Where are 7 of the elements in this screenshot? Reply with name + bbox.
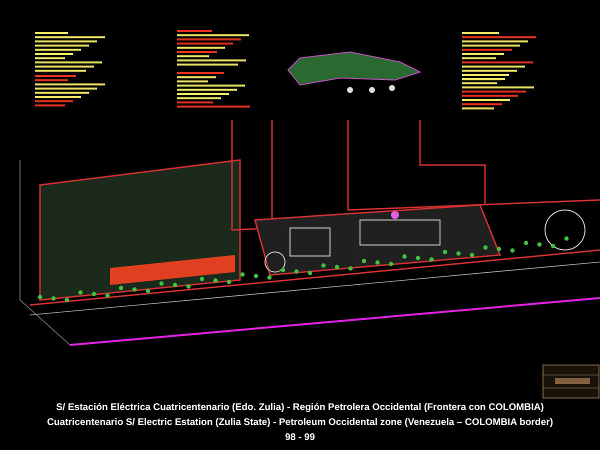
legend-drawing <box>35 32 105 72</box>
legend-drawing <box>177 30 249 66</box>
caption-text: 98 - 99 <box>285 431 315 445</box>
caption-text: Cuatricentenario S/ Electric Estation (Zulia State) - Petroleum Occidental zone (Venezuela – COLOMBIA border) <box>46 416 554 430</box>
title-block-drawing <box>542 364 600 398</box>
legend-drawing <box>35 75 105 106</box>
caption-text: S/ Estación Eléctrica Cuatricentenario (Edo. Zulia) - Región Petrolera Occidental (Frontera con COLOMBIA) <box>56 401 544 415</box>
